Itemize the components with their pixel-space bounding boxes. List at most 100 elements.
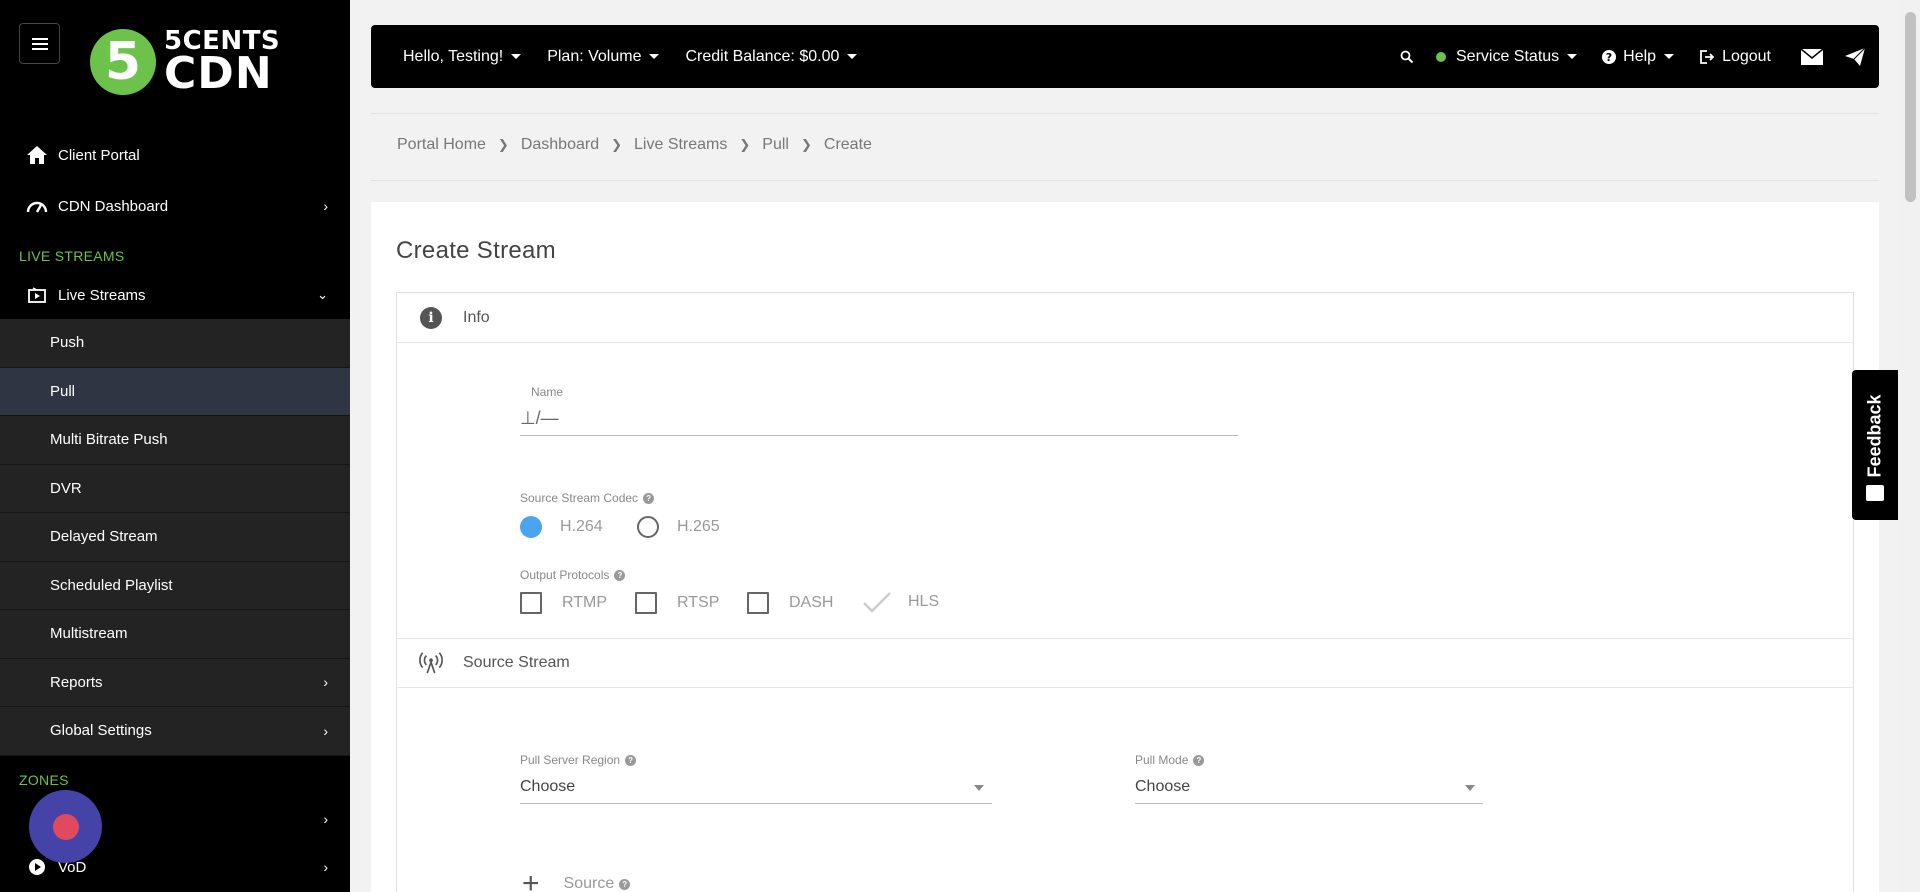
codec-radio-h265[interactable]: H.265 [637,516,720,538]
checkbox-icon [520,592,542,614]
sidebar-item-reports[interactable]: Reports › [0,659,350,707]
sidebar-item-delayed-stream[interactable]: Delayed Stream [0,513,350,562]
source-heading: Source Stream [463,654,570,671]
pull-mode-label: Pull Mode ? [1135,753,1205,767]
nav-live-streams-label: Live Streams [58,286,146,304]
info-heading: Info [463,308,490,326]
help-icon: ? [1602,49,1617,64]
search-button[interactable] [1400,50,1414,64]
sidebar-item-push[interactable]: Push [0,319,350,368]
breadcrumb-dashboard[interactable]: Dashboard [521,136,599,154]
play-circle-icon [26,856,48,878]
section-live-streams: LIVE STREAMS [19,248,125,264]
checkbox-icon [635,592,657,614]
radio-checked-icon [520,516,542,538]
region-select[interactable]: Choose [520,770,992,804]
svg-text:?: ? [1606,51,1612,64]
protocol-checkbox-hls[interactable]: HLS [862,590,939,614]
messages-button[interactable] [1801,48,1823,65]
page-scrollbar[interactable] [1900,0,1920,892]
plan-dropdown[interactable]: Plan: Volume [547,48,660,66]
send-button[interactable] [1845,47,1865,66]
codec-radio-h264[interactable]: H.264 [520,516,603,538]
service-status-dropdown[interactable]: Service Status [1436,48,1578,66]
feedback-tab[interactable]: Feedback [1852,370,1898,520]
source-section-header: Source Stream [397,638,1853,688]
nav-cdn-dashboard-label: CDN Dashboard [58,197,169,215]
sidebar-item-global-settings[interactable]: Global Settings › [0,707,350,756]
info-section-header: i Info [397,293,1853,343]
envelope-icon [1801,48,1823,65]
protocol-checkbox-dash[interactable]: DASH [747,592,833,614]
sidebar-item-multi-bitrate-push[interactable]: Multi Bitrate Push [0,416,350,465]
floating-action-button[interactable] [29,790,102,863]
chevron-right-icon: ❯ [739,137,751,152]
help-dropdown[interactable]: ? Help [1601,48,1675,66]
help-icon[interactable]: ? [625,754,637,766]
chevron-right-icon: › [323,674,328,691]
chevron-right-icon: ❯ [611,137,623,152]
caret-down-icon [1567,54,1578,59]
help-icon[interactable]: ? [1193,754,1205,766]
radio-unchecked-icon [637,516,659,538]
credit-balance-dropdown[interactable]: Credit Balance: $0.00 [685,48,858,66]
nav-live-streams[interactable]: Live Streams ⌄ [0,284,350,306]
chevron-right-icon: › [323,859,328,875]
caret-down-icon [511,54,522,59]
name-input[interactable]: ⊥/— [520,402,1238,436]
live-stream-icon [26,284,48,306]
top-navbar: Hello, Testing! Plan: Volume Credit Bala… [371,25,1879,88]
help-icon[interactable]: ? [619,878,631,890]
breadcrumb: Portal Home ❯ Dashboard ❯ Live Streams ❯… [397,136,872,154]
menu-toggle-button[interactable] [19,23,60,64]
user-menu-dropdown[interactable]: Hello, Testing! [403,48,522,66]
status-dot-icon [1436,51,1446,62]
logo[interactable]: 5 5CENTS CDN [90,28,280,96]
record-dot-icon [52,813,79,840]
logout-icon [1700,49,1715,64]
chevron-right-icon: › [323,722,328,739]
caret-down-icon [1664,54,1675,59]
breadcrumb-live-streams[interactable]: Live Streams [634,136,727,154]
nav-client-portal-label: Client Portal [58,146,140,164]
protocol-checkbox-rtsp[interactable]: RTSP [635,592,719,614]
feedback-icon [1866,485,1884,501]
breadcrumb-portal-home[interactable]: Portal Home [397,136,486,154]
logo-circle: 5 [90,29,156,95]
sidebar: 5 5CENTS CDN Client Portal CDN Dashboard… [0,0,350,892]
name-value: ⊥/— [520,408,559,428]
stream-form-panel: i Info Name ⊥/— Source Stream Codec ? H.… [396,292,1854,892]
caret-down-icon [847,54,858,59]
scrollbar-thumb[interactable] [1905,12,1916,202]
region-label: Pull Server Region ? [520,753,637,767]
home-icon [26,144,48,166]
pull-mode-select[interactable]: Choose [1135,770,1483,804]
breadcrumb-pull[interactable]: Pull [762,136,789,154]
caret-down-icon [649,54,660,59]
sidebar-item-pull[interactable]: Pull [0,367,350,416]
checkmark-icon [863,592,891,613]
hamburger-icon [31,37,48,50]
create-stream-card: Create Stream i Info Name ⊥/— Source Str… [371,202,1879,892]
protocol-checkbox-rtmp[interactable]: RTMP [520,592,607,614]
chevron-right-icon: ❯ [800,137,812,152]
name-label: Name [531,385,564,399]
logout-button[interactable]: Logout [1698,48,1771,66]
chevron-down-icon: ⌄ [317,287,328,302]
paper-plane-icon [1845,47,1865,66]
nav-client-portal[interactable]: Client Portal [0,143,350,167]
help-icon[interactable]: ? [643,492,655,504]
nav-cdn-dashboard[interactable]: CDN Dashboard › [0,194,350,218]
add-source-button[interactable]: + Source ? [522,869,631,892]
chevron-right-icon: › [323,198,328,214]
dropdown-arrow-icon [1465,785,1475,791]
dropdown-arrow-icon [974,785,984,791]
live-streams-submenu: Push Pull Multi Bitrate Push DVR Delayed… [0,319,350,756]
help-icon[interactable]: ? [614,569,626,581]
sidebar-item-dvr[interactable]: DVR [0,465,350,513]
feedback-label: Feedback [1864,394,1885,478]
protocols-label: Output Protocols ? [520,568,626,582]
section-zones: ZONES [19,772,69,788]
sidebar-item-multistream[interactable]: Multistream [0,610,350,659]
sidebar-item-scheduled-playlist[interactable]: Scheduled Playlist [0,562,350,610]
